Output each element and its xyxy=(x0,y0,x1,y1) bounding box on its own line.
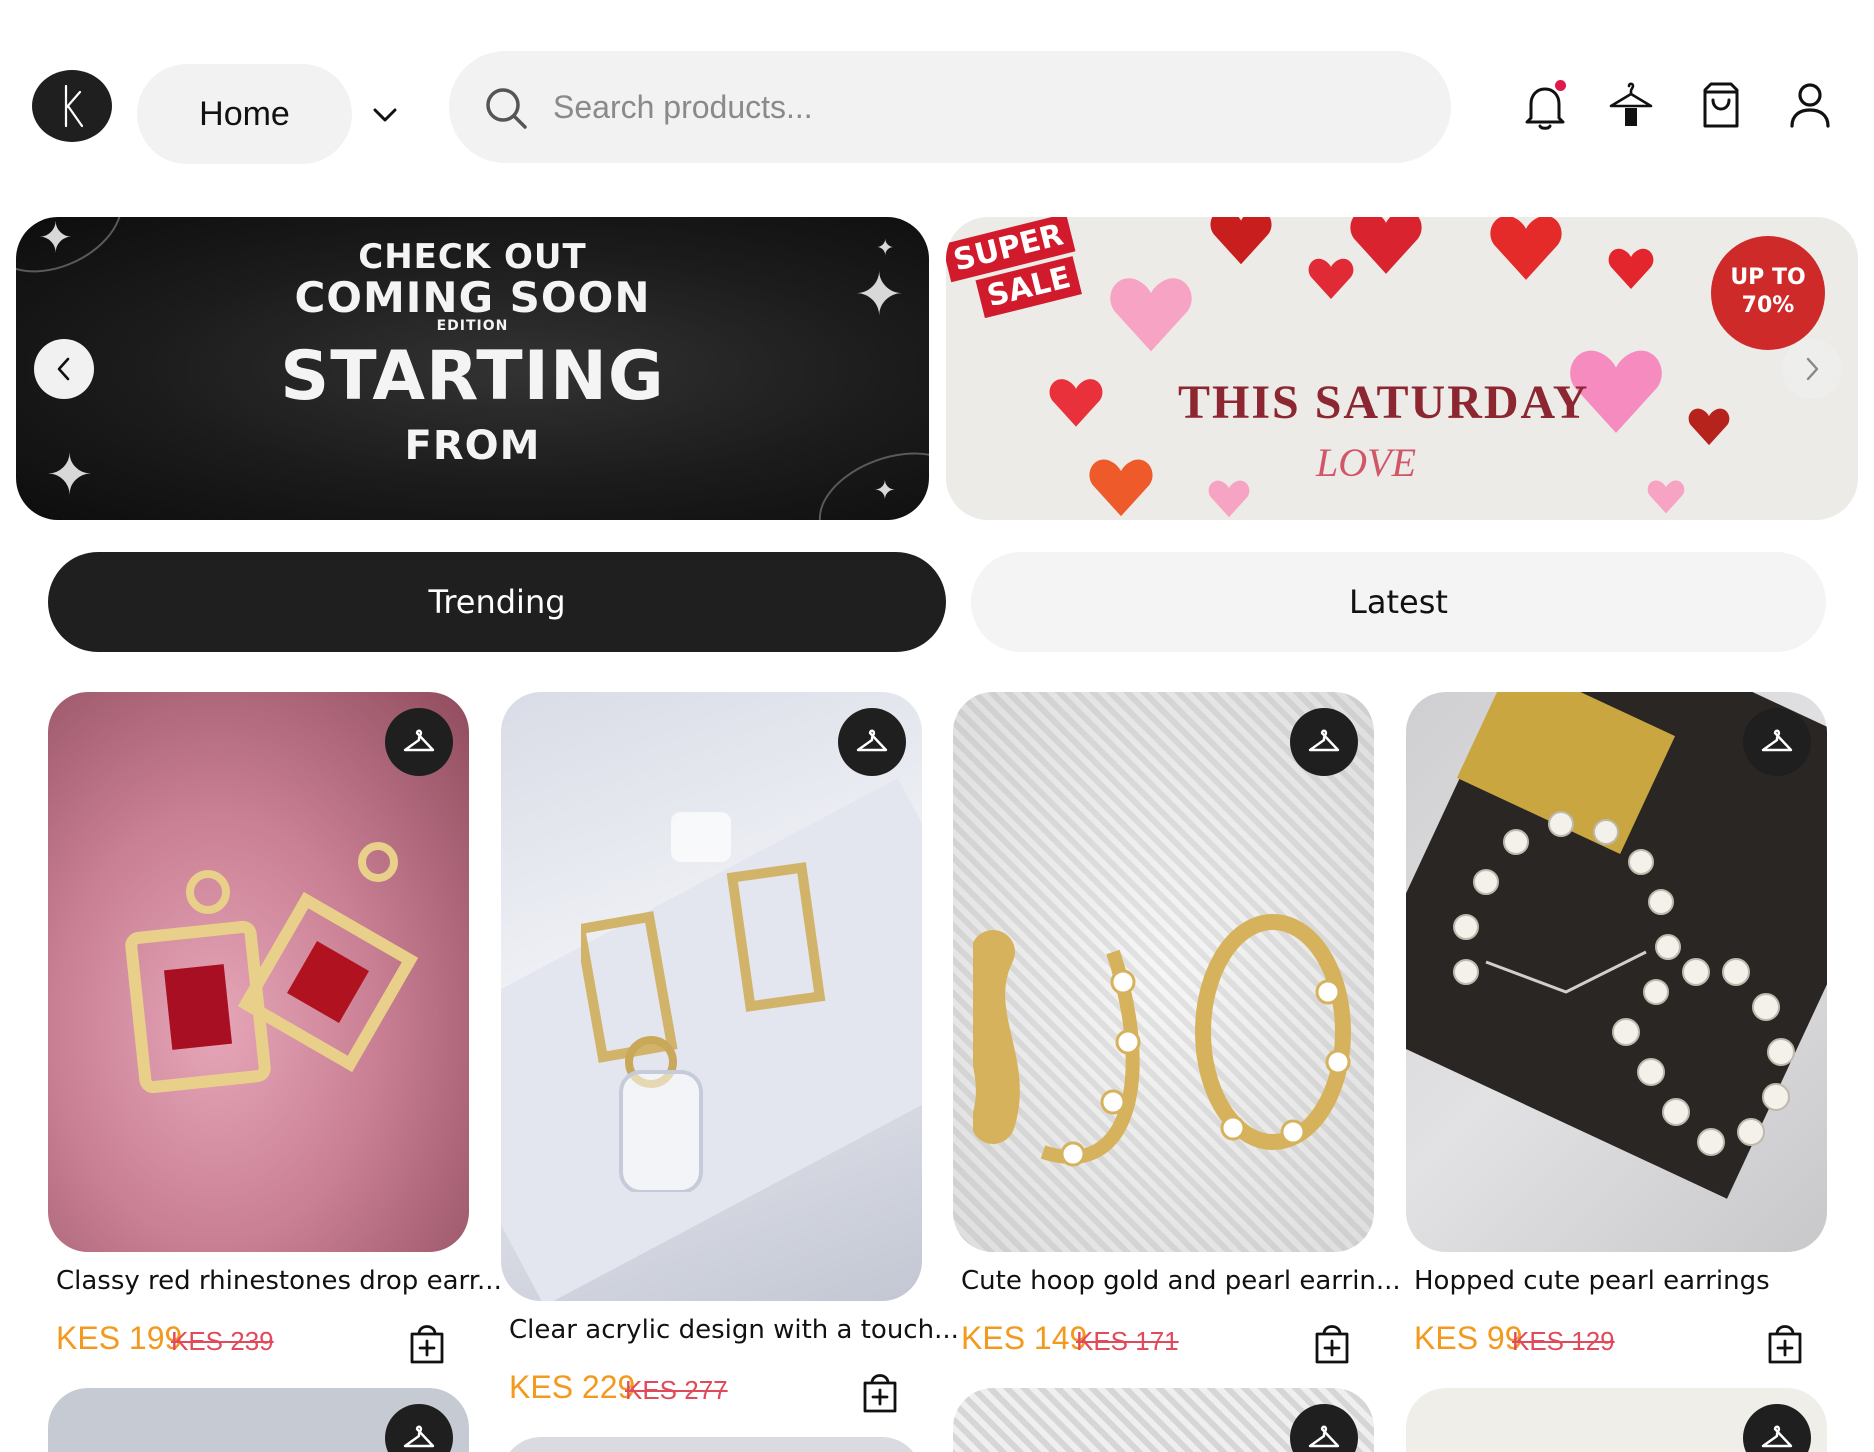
badge-line: 70% xyxy=(1741,293,1795,318)
search-icon[interactable] xyxy=(483,85,529,131)
sparkle-icon: ✦ xyxy=(874,475,896,505)
product-card[interactable]: Classy red rhinestones drop earr... KES … xyxy=(48,692,502,1364)
k-logo-icon xyxy=(64,84,84,128)
tab-latest[interactable]: Latest xyxy=(971,552,1826,652)
hanger-icon xyxy=(403,1425,435,1448)
hanger-icon xyxy=(1761,729,1793,752)
add-to-bag-button[interactable] xyxy=(1312,1322,1352,1366)
brand-logo[interactable] xyxy=(32,70,112,142)
heart-decoration xyxy=(1208,480,1250,518)
banner-subtitle: LOVE xyxy=(1316,440,1416,485)
product-title[interactable]: Hopped cute pearl earrings xyxy=(1414,1266,1770,1296)
banner-line: COMING SOON xyxy=(294,273,651,322)
wardrobe-button[interactable] xyxy=(1290,1404,1358,1452)
product-image[interactable] xyxy=(48,1388,469,1452)
product-image[interactable] xyxy=(1406,1388,1827,1452)
product-image[interactable] xyxy=(48,692,469,1252)
chevron-left-icon xyxy=(57,357,70,381)
heart-decoration xyxy=(1490,217,1562,280)
product-title[interactable]: Classy red rhinestones drop earr... xyxy=(56,1266,502,1296)
banner-line: EDITION xyxy=(436,318,509,334)
product-price: KES 149 xyxy=(961,1320,1088,1356)
home-dropdown[interactable]: Home xyxy=(137,64,352,164)
product-image[interactable] xyxy=(953,692,1374,1252)
discount-badge: UP TO 70% xyxy=(1711,236,1825,350)
promo-banner-super-sale[interactable]: SUPER SALE UP TO 70% THIS SATURDAY LOVE xyxy=(946,217,1858,520)
shopping-bag-icon[interactable] xyxy=(1697,80,1745,132)
product-old-price: KES 277 xyxy=(625,1375,728,1405)
product-old-price: KES 239 xyxy=(171,1326,274,1356)
carousel-next-button[interactable] xyxy=(1782,339,1842,399)
wardrobe-button[interactable] xyxy=(1743,708,1811,776)
super-sale-tag: SUPER SALE xyxy=(946,217,1108,328)
tab-trending[interactable]: Trending xyxy=(48,552,946,652)
heart-decoration xyxy=(1350,217,1422,274)
product-card[interactable]: Clear acrylic design with a touch... KES… xyxy=(501,692,959,1413)
heart-decoration xyxy=(1089,459,1153,517)
add-to-bag-button[interactable] xyxy=(407,1322,447,1366)
product-image[interactable] xyxy=(1406,692,1827,1252)
search-input[interactable] xyxy=(553,79,1413,135)
banner-headline: STARTING xyxy=(280,337,665,416)
product-image[interactable] xyxy=(501,692,922,1301)
hanger-icon xyxy=(856,729,888,752)
earring-illustration xyxy=(581,812,826,1192)
product-image[interactable] xyxy=(501,1437,922,1452)
product-card[interactable]: Hopped cute pearl earrings KES 99 KES 12… xyxy=(1406,692,1827,1364)
banner-line: FROM xyxy=(404,423,541,469)
top-header: Home xyxy=(0,0,1874,200)
heart-decoration xyxy=(1308,258,1354,299)
hanger-icon xyxy=(403,729,435,752)
heart-decoration xyxy=(1049,379,1103,427)
heart-decoration xyxy=(1688,408,1730,446)
earring-illustration xyxy=(125,842,418,1094)
heart-decoration xyxy=(1647,480,1685,514)
product-title[interactable]: Clear acrylic design with a touch... xyxy=(509,1315,959,1345)
product-old-price: KES 129 xyxy=(1512,1326,1615,1356)
product-card[interactable]: Cute hoop gold and pearl earrin... KES 1… xyxy=(953,692,1401,1364)
wardrobe-button[interactable] xyxy=(385,708,453,776)
heart-decoration xyxy=(1210,217,1272,265)
heart-decoration xyxy=(1608,248,1654,289)
product-price: KES 99 xyxy=(1414,1320,1523,1356)
product-image[interactable] xyxy=(953,1388,1374,1452)
product-title[interactable]: Cute hoop gold and pearl earrin... xyxy=(961,1266,1401,1296)
hanger-icon xyxy=(1308,729,1340,752)
wardrobe-button[interactable] xyxy=(385,1404,453,1452)
earring-illustration xyxy=(973,914,1351,1167)
wardrobe-button[interactable] xyxy=(1290,708,1358,776)
user-icon[interactable] xyxy=(1786,80,1834,132)
banner-line: CHECK OUT xyxy=(358,237,587,277)
banner-headline: THIS SATURDAY xyxy=(1178,376,1590,429)
heart-decoration xyxy=(1110,278,1192,352)
chevron-down-icon[interactable] xyxy=(370,100,400,130)
notification-dot xyxy=(1555,80,1566,91)
add-to-bag-button[interactable] xyxy=(860,1371,900,1415)
product-price: KES 229 xyxy=(509,1369,636,1405)
badge-line: UP TO xyxy=(1730,265,1806,290)
product-price: KES 199 xyxy=(56,1320,183,1356)
earring-illustration xyxy=(1453,811,1795,1156)
tab-label: Latest xyxy=(1349,583,1448,621)
add-to-bag-button[interactable] xyxy=(1765,1322,1805,1366)
product-old-price: KES 171 xyxy=(1076,1326,1179,1356)
chevron-right-icon xyxy=(1806,357,1819,381)
hanger-icon xyxy=(1761,1425,1793,1448)
hanger-icon xyxy=(1308,1425,1340,1448)
wardrobe-button[interactable] xyxy=(838,708,906,776)
home-label: Home xyxy=(199,94,290,133)
promo-banner-coming-soon[interactable]: ✦ ✦ ✦ ✦ ✦ CHECK OUT COMING SOON EDITION … xyxy=(16,217,929,520)
carousel-prev-button[interactable] xyxy=(34,339,94,399)
wardrobe-button[interactable] xyxy=(1743,1404,1811,1452)
hanger-icon[interactable] xyxy=(1607,80,1655,132)
search-bar xyxy=(449,51,1451,163)
tab-label: Trending xyxy=(428,583,566,621)
